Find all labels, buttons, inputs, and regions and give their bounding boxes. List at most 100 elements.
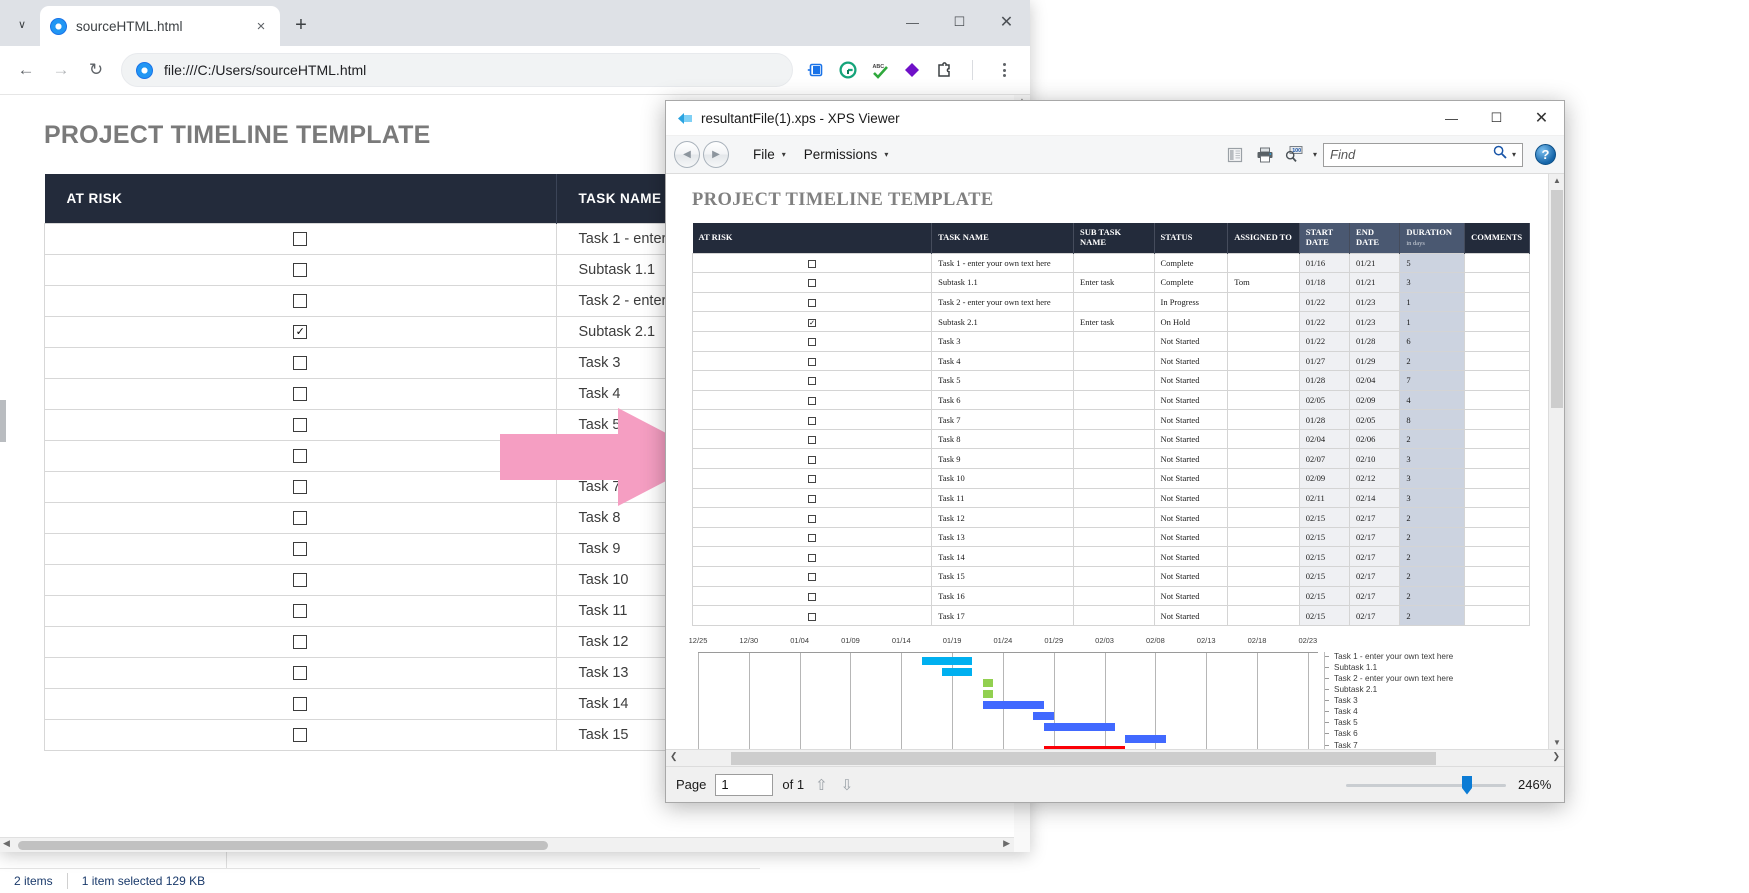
xps-end-date-cell: 01/23 [1349, 311, 1401, 332]
at-risk-checkbox[interactable] [293, 542, 308, 557]
at-risk-checkbox[interactable] [293, 573, 308, 588]
browser-close-button[interactable]: ✕ [983, 0, 1030, 44]
xps-horizontal-scrollbar[interactable]: ❮ ❯ [666, 749, 1564, 766]
at-risk-checkbox[interactable] [293, 635, 308, 650]
xps-minimize-button[interactable]: — [1429, 101, 1474, 136]
browser-maximize-button[interactable]: ☐ [936, 0, 983, 44]
new-tab-button[interactable]: + [286, 10, 316, 40]
page-horizontal-scrollbar[interactable]: ◀ ▶ [0, 837, 1014, 852]
gantt-bar [982, 690, 993, 699]
tab-close-icon[interactable]: × [252, 18, 270, 35]
xps-start-date-cell: 01/18 [1298, 272, 1351, 293]
find-input[interactable]: Find ▾ [1323, 142, 1523, 167]
at-risk-checkbox[interactable] [293, 294, 308, 309]
xps-subtask-cell [1073, 507, 1155, 528]
help-icon[interactable]: ? [1535, 144, 1556, 165]
xps-duration-cell: 2 [1399, 605, 1466, 626]
at-risk-checkbox[interactable] [293, 511, 308, 526]
page-number-input[interactable] [715, 773, 774, 796]
xps-file-menu[interactable]: File ▾ [747, 143, 792, 166]
xps-start-date-cell: 01/16 [1298, 252, 1351, 274]
find-dropdown-caret-icon[interactable]: ▾ [1512, 150, 1516, 159]
scroll-right-icon[interactable]: ❯ [1552, 751, 1560, 762]
gantt-legend-label: Task 3 [1325, 696, 1529, 707]
zoom-slider[interactable] [1346, 775, 1506, 795]
xps-vertical-scrollbar[interactable]: ▲ ▼ [1548, 174, 1564, 749]
previous-page-icon[interactable]: ⇧ [813, 776, 830, 794]
at-risk-checkbox[interactable] [293, 232, 308, 247]
browser-minimize-button[interactable]: — [889, 0, 936, 44]
search-icon[interactable] [1493, 145, 1507, 164]
xps-permissions-menu-label: Permissions [803, 147, 878, 162]
scroll-right-icon[interactable]: ▶ [1003, 838, 1010, 849]
scroll-left-icon[interactable]: ❮ [670, 751, 678, 762]
zoom-tool-icon[interactable]: 100 [1283, 143, 1307, 167]
xps-duration-cell: 3 [1399, 468, 1466, 489]
page-layout-icon[interactable] [1223, 143, 1247, 167]
xps-assigned-cell [1227, 428, 1300, 450]
browser-tab[interactable]: sourceHTML.html × [40, 6, 280, 46]
xps-horizontal-scroll-thumb[interactable] [731, 752, 1436, 765]
at-risk-checkbox[interactable] [293, 480, 308, 495]
xps-subtask-cell [1073, 370, 1155, 391]
xps-col-header: TASK NAME [931, 223, 1075, 254]
spellcheck-icon[interactable]: ABC [870, 61, 889, 80]
xps-forward-button[interactable]: ▶ [703, 141, 729, 168]
xps-maximize-button[interactable]: ☐ [1474, 101, 1519, 136]
bookmark-badge-icon[interactable] [806, 61, 825, 80]
xps-duration-cell: 2 [1399, 350, 1466, 372]
extensions-puzzle-icon[interactable] [934, 61, 953, 80]
scroll-left-icon[interactable]: ◀ [3, 838, 10, 849]
at-risk-checkbox[interactable] [293, 356, 308, 371]
grammarly-icon[interactable] [838, 61, 857, 80]
xps-duration-cell: 1 [1399, 291, 1466, 313]
gantt-legend-label: Task 6 [1325, 729, 1529, 740]
gantt-legend: Task 1 - enter your own text here Subtask… [1324, 651, 1529, 749]
xps-table-header-row: AT RISK TASK NAME SUB TASK NAME STATUS ASSIG… [692, 223, 1530, 254]
tab-search-icon[interactable]: ∨ [6, 8, 38, 40]
at-risk-checkbox[interactable] [293, 449, 308, 464]
back-button[interactable]: ← [10, 54, 42, 86]
xps-table-row: Task 5 Not Started 01/28 02/04 7 [691, 370, 1530, 391]
xps-col-header: COMMENTS [1464, 223, 1530, 254]
xps-col-header: AT RISK [692, 223, 933, 254]
reload-button[interactable]: ↻ [80, 54, 112, 86]
at-risk-checkbox[interactable] [293, 418, 308, 433]
at-risk-cell [44, 564, 557, 596]
xps-at-risk-checkbox: ✓ [808, 318, 817, 327]
next-page-icon[interactable]: ⇩ [839, 776, 856, 794]
page-info-icon[interactable] [136, 61, 153, 79]
address-bar[interactable]: file:///C:/Users/sourceHTML.html [121, 53, 793, 87]
scroll-down-icon[interactable]: ▼ [1553, 738, 1561, 747]
xps-start-date-cell: 02/15 [1298, 507, 1351, 528]
at-risk-checkbox[interactable] [293, 387, 308, 402]
xps-vertical-scroll-thumb[interactable] [1551, 190, 1563, 408]
gantt-axis-tick: 01/29 [1044, 635, 1064, 645]
print-icon[interactable] [1253, 143, 1277, 167]
horizontal-scroll-thumb[interactable] [18, 841, 548, 850]
xps-table-row: Task 16 Not Started 02/15 02/17 2 [691, 585, 1530, 607]
xps-task-cell: Task 2 - enter your own text here [931, 291, 1075, 313]
at-risk-checkbox[interactable] [293, 697, 308, 712]
scroll-up-icon[interactable]: ▲ [1553, 176, 1561, 185]
at-risk-cell [44, 626, 557, 658]
xps-status-cell: In Progress [1153, 291, 1229, 313]
zoom-slider-thumb[interactable] [1462, 775, 1472, 795]
xps-assigned-cell [1227, 448, 1300, 470]
xps-close-button[interactable]: ✕ [1519, 101, 1564, 136]
purple-diamond-icon[interactable] [902, 61, 921, 80]
at-risk-cell [44, 502, 557, 534]
zoom-dropdown-caret-icon[interactable]: ▾ [1313, 150, 1317, 159]
xps-task-cell: Task 15 [931, 566, 1075, 587]
at-risk-checkbox[interactable] [293, 728, 308, 743]
forward-button[interactable]: → [45, 54, 77, 86]
xps-start-date-cell: 02/07 [1298, 448, 1351, 470]
at-risk-checkbox[interactable] [293, 604, 308, 619]
at-risk-checkbox[interactable] [293, 263, 308, 278]
at-risk-checkbox[interactable] [293, 666, 308, 681]
xps-permissions-menu[interactable]: Permissions ▾ [798, 143, 895, 166]
xps-back-button[interactable]: ◀ [674, 141, 700, 168]
chrome-menu-button[interactable] [992, 63, 1016, 77]
at-risk-cell [44, 223, 557, 255]
at-risk-checkbox[interactable]: ✓ [293, 325, 308, 340]
